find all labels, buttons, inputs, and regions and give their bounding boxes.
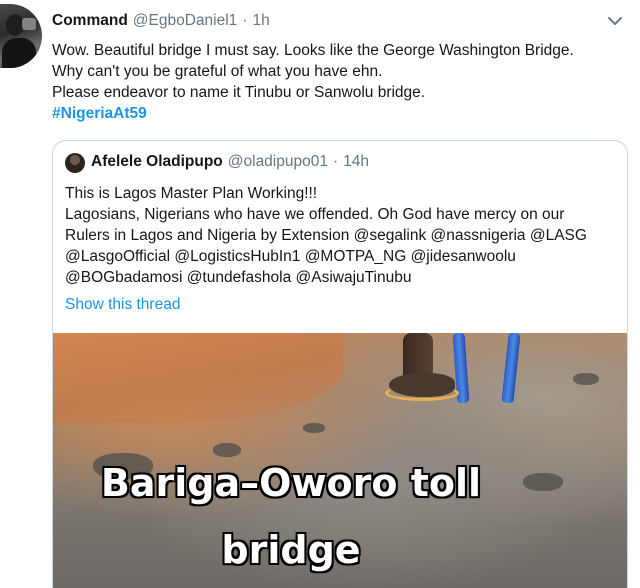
quoted-author-handle[interactable]: @oladipupo01 [228, 153, 328, 171]
media-caption-line: bridge [221, 528, 361, 572]
media-caption-line: Bariga–Oworo toll [100, 461, 482, 505]
media-rock [303, 423, 325, 433]
media-rock [213, 443, 241, 457]
quoted-tweet[interactable]: Afelele Oladipupo @oladipupo01 · 14h Thi… [52, 140, 628, 588]
quoted-tweet-time[interactable]: 14h [343, 153, 369, 171]
media-stool-leg [501, 333, 521, 404]
tweet-text-line: Wow. Beautiful bridge I must say. Looks … [52, 42, 574, 59]
author-handle[interactable]: @EgboDaniel1 [133, 12, 238, 30]
quoted-avatar[interactable] [65, 153, 85, 173]
quoted-author-name[interactable]: Afelele Oladipupo [91, 153, 223, 171]
media-rock [573, 373, 599, 385]
quoted-tweet-header: Afelele Oladipupo @oladipupo01 · 14h [91, 153, 369, 171]
tweet-time[interactable]: 1h [252, 12, 269, 30]
chevron-down-icon[interactable] [606, 14, 624, 28]
quoted-text-line: This is Lagos Master Plan Working!!! [65, 185, 318, 202]
author-name[interactable]: Command [52, 12, 128, 30]
video-media[interactable]: Bariga–Oworo toll bridge [53, 333, 627, 588]
quoted-text-line: Rulers in Lagos and Nigeria by Extension… [65, 227, 587, 244]
hashtag-link[interactable]: #NigeriaAt59 [52, 103, 632, 124]
media-puddle [53, 333, 343, 423]
quoted-text-line: @BOGbadamosi @tundefashola @AsiwajuTinub… [65, 269, 412, 286]
tweet[interactable]: Command @EgboDaniel1 · 1h Wow. Beautiful… [0, 0, 640, 588]
show-thread-link[interactable]: Show this thread [65, 296, 180, 314]
separator-dot: · [332, 153, 339, 170]
tweet-header: Command @EgboDaniel1 · 1h [52, 12, 270, 34]
tweet-text-line: Why can't you be grateful of what you ha… [52, 63, 383, 80]
tweet-text: Wow. Beautiful bridge I must say. Looks … [52, 40, 632, 124]
media-sandal [385, 385, 459, 401]
separator-dot: · [242, 12, 248, 29]
tweet-text-line: Please endeavor to name it Tinubu or San… [52, 84, 426, 101]
avatar[interactable] [0, 4, 42, 68]
quoted-tweet-text: This is Lagos Master Plan Working!!! Lag… [65, 183, 621, 288]
quoted-text-line: Lagosians, Nigerians who have we offende… [65, 206, 565, 223]
quoted-text-line: @LasgoOfficial @LogisticsHubIn1 @MOTPA_N… [65, 248, 516, 265]
